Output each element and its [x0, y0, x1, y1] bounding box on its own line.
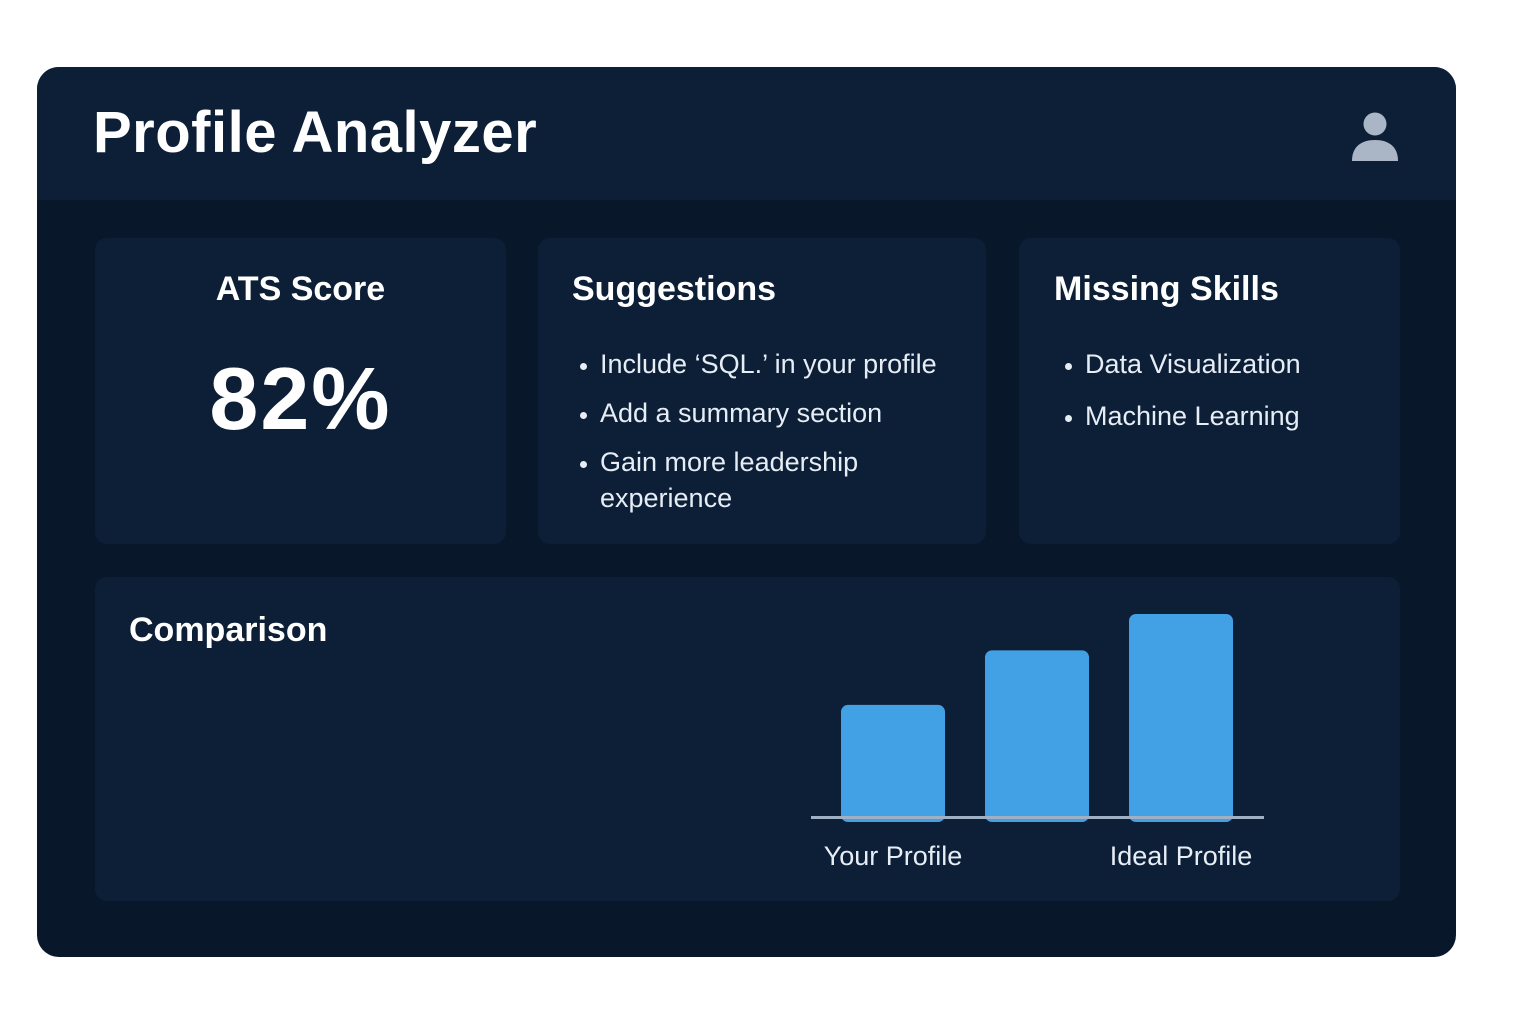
list-item: Add a summary section [600, 395, 990, 431]
list-item: Data Visualization [1085, 346, 1405, 382]
comparison-chart: Your Profile Ideal Profile [811, 614, 1264, 871]
chart-bar [1129, 614, 1233, 822]
ats-score-title: ATS Score [215, 270, 386, 308]
chart-category-label: Ideal Profile [1110, 841, 1253, 871]
missing-skills-title: Missing Skills [1054, 270, 1279, 308]
ats-score-value: 82% [209, 349, 392, 448]
page-title: Profile Analyzer [93, 100, 538, 165]
comparison-card: Comparison Your Profile Ideal Profile [95, 577, 1400, 901]
user-icon[interactable] [1350, 111, 1400, 163]
suggestions-list: Include ‘SQL.’ in your profile Add a sum… [572, 346, 990, 529]
chart-category-label: Your Profile [824, 841, 963, 871]
missing-skills-list: Data Visualization Machine Learning [1057, 346, 1405, 450]
suggestions-title: Suggestions [572, 270, 777, 308]
chart-bar [841, 704, 945, 822]
list-item: Machine Learning [1085, 398, 1405, 434]
header-bar: Profile Analyzer [37, 67, 1456, 200]
list-item: Gain more leadership experience [600, 444, 990, 516]
list-item: Include ‘SQL.’ in your profile [600, 346, 990, 382]
chart-x-axis [811, 816, 1264, 819]
ats-score-card: ATS Score 82% [95, 238, 506, 544]
suggestions-card: Suggestions Include ‘SQL.’ in your profi… [538, 238, 986, 544]
app-window: Profile Analyzer ATS Score 82% Suggestio… [37, 67, 1456, 957]
missing-skills-card: Missing Skills Data Visualization Machin… [1019, 238, 1400, 544]
chart-bar [985, 650, 1089, 822]
